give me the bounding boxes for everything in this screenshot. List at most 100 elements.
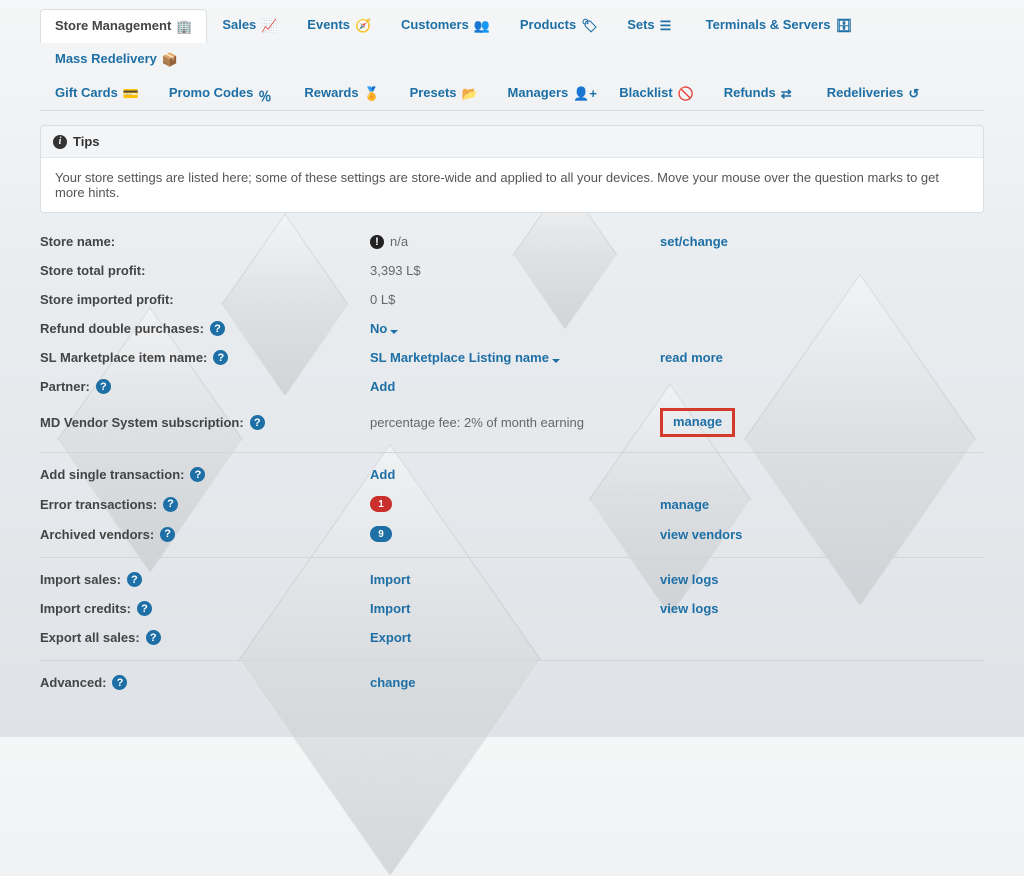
action-manage-errors[interactable]: manage: [660, 497, 709, 512]
action-import-sales[interactable]: Import: [370, 572, 410, 587]
tab-label: Events: [307, 17, 350, 32]
exchange-icon: ⇄: [781, 86, 797, 100]
action-view-logs-credits[interactable]: view logs: [660, 601, 719, 616]
action-add-txn[interactable]: Add: [370, 467, 395, 482]
tab-managers[interactable]: Managers 👤+: [493, 76, 605, 110]
tab-label: Sales: [222, 17, 256, 32]
badge-archived-count: 9: [370, 526, 392, 542]
help-icon[interactable]: ?: [146, 630, 161, 645]
folder-open-icon: 📂: [462, 86, 478, 100]
tab-store-management[interactable]: Store Management🏢: [40, 9, 207, 43]
action-export-sales[interactable]: Export: [370, 630, 411, 645]
action-read-more[interactable]: read more: [660, 350, 723, 365]
action-view-logs-sales[interactable]: view logs: [660, 572, 719, 587]
dropdown-refund-double[interactable]: No: [370, 321, 398, 336]
label-partner: Partner:: [40, 379, 90, 394]
tab-label: Customers: [401, 17, 469, 32]
tab-terminals-servers[interactable]: Terminals & Servers 🗄: [691, 8, 867, 42]
tab-label: Products: [520, 17, 576, 32]
main-tabs: Store Management🏢 Sales 📈 Events 🧭 Customers👥…: [40, 2, 984, 111]
tab-sets[interactable]: Sets ☰: [612, 8, 690, 42]
label-error-txn: Error transactions:: [40, 497, 157, 512]
help-icon[interactable]: ?: [210, 321, 225, 336]
tab-blacklist[interactable]: Blacklist 🚫: [604, 76, 708, 110]
chevron-down-icon: [552, 359, 560, 363]
tab-label: Managers: [508, 85, 569, 100]
label-total-profit: Store total profit:: [40, 263, 145, 278]
box-open-icon: 📦: [162, 52, 178, 66]
help-icon[interactable]: ?: [190, 467, 205, 482]
tab-gift-cards[interactable]: Gift Cards💳: [40, 76, 154, 110]
action-manage-subscription[interactable]: manage: [673, 414, 722, 429]
help-icon[interactable]: ?: [112, 675, 127, 690]
action-import-credits[interactable]: Import: [370, 601, 410, 616]
row-export-sales: Export all sales: ? Export: [40, 623, 984, 652]
row-imported-profit: Store imported profit: 0 L$: [40, 285, 984, 314]
value-store-name: n/a: [390, 234, 408, 249]
layers-icon: ☰: [660, 18, 676, 32]
tab-events[interactable]: Events 🧭: [292, 8, 386, 42]
row-partner: Partner: ? Add: [40, 372, 984, 401]
label-subscription: MD Vendor System subscription:: [40, 415, 244, 430]
credit-card-icon: 💳: [123, 86, 139, 100]
row-total-profit: Store total profit: 3,393 L$: [40, 256, 984, 285]
chart-line-icon: 📈: [261, 18, 277, 32]
label-advanced: Advanced:: [40, 675, 106, 690]
tab-label: Terminals & Servers: [706, 17, 831, 32]
tab-label: Redeliveries: [827, 85, 904, 100]
help-icon[interactable]: ?: [160, 527, 175, 542]
help-icon[interactable]: ?: [127, 572, 142, 587]
tab-rewards[interactable]: Rewards🏅: [289, 76, 394, 110]
help-icon[interactable]: ?: [213, 350, 228, 365]
help-icon[interactable]: ?: [96, 379, 111, 394]
action-view-vendors[interactable]: view vendors: [660, 527, 742, 542]
tips-body: Your store settings are listed here; som…: [41, 158, 983, 212]
row-error-txn: Error transactions: ? 1 manage: [40, 489, 984, 519]
tips-header: i Tips: [41, 126, 983, 158]
tab-sales[interactable]: Sales 📈: [207, 8, 292, 42]
help-icon[interactable]: ?: [163, 497, 178, 512]
row-single-txn: Add single transaction: ? Add: [40, 452, 984, 489]
highlight-box: manage: [660, 408, 735, 437]
tab-refunds[interactable]: Refunds ⇄: [709, 76, 812, 110]
label-archived: Archived vendors:: [40, 527, 154, 542]
tab-label: Sets: [627, 17, 654, 32]
building-icon: 🏢: [176, 19, 192, 33]
row-subscription: MD Vendor System subscription: ? percent…: [40, 401, 984, 444]
tab-label: Promo Codes: [169, 85, 254, 100]
tab-label: Mass Redelivery: [55, 51, 157, 66]
label-imported-profit: Store imported profit:: [40, 292, 174, 307]
tips-title: Tips: [73, 134, 100, 149]
row-mp-item-name: SL Marketplace item name: ? SL Marketpla…: [40, 343, 984, 372]
dropdown-mp-item-name[interactable]: SL Marketplace Listing name: [370, 350, 560, 365]
history-icon: ↺: [908, 86, 924, 100]
tab-redeliveries[interactable]: Redeliveries ↺: [812, 76, 940, 110]
server-icon: 🗄: [835, 18, 851, 32]
value-subscription: percentage fee: 2% of month earning: [370, 415, 584, 430]
tab-label: Rewards: [304, 85, 358, 100]
help-icon[interactable]: ?: [250, 415, 265, 430]
tab-mass-redelivery[interactable]: Mass Redelivery 📦: [40, 42, 193, 76]
action-add-partner[interactable]: Add: [370, 379, 395, 394]
action-advanced-change[interactable]: change: [370, 675, 416, 690]
tab-label: Presets: [410, 85, 457, 100]
row-refund-double: Refund double purchases: ? No: [40, 314, 984, 343]
tab-customers[interactable]: Customers👥: [386, 8, 505, 42]
tab-label: Refunds: [724, 85, 776, 100]
help-icon[interactable]: ?: [137, 601, 152, 616]
signpost-icon: 🧭: [355, 18, 371, 32]
row-store-name: Store name: ! n/a set/change: [40, 227, 984, 256]
action-set-change[interactable]: set/change: [660, 234, 728, 249]
tags-icon: 🏷: [581, 18, 597, 32]
tips-panel: i Tips Your store settings are listed he…: [40, 125, 984, 213]
store-settings: Store name: ! n/a set/change Store total…: [40, 227, 984, 697]
tab-products[interactable]: Products 🏷: [505, 8, 612, 42]
user-plus-icon: 👤+: [573, 86, 589, 100]
row-import-credits: Import credits: ? Import view logs: [40, 594, 984, 623]
tab-presets[interactable]: Presets 📂: [395, 76, 493, 110]
row-archived: Archived vendors: ? 9 view vendors: [40, 519, 984, 549]
tab-label: Blacklist: [619, 85, 672, 100]
tab-promo-codes[interactable]: Promo Codes％: [154, 76, 290, 110]
badge-error-count: 1: [370, 496, 392, 512]
ban-icon: 🚫: [678, 86, 694, 100]
